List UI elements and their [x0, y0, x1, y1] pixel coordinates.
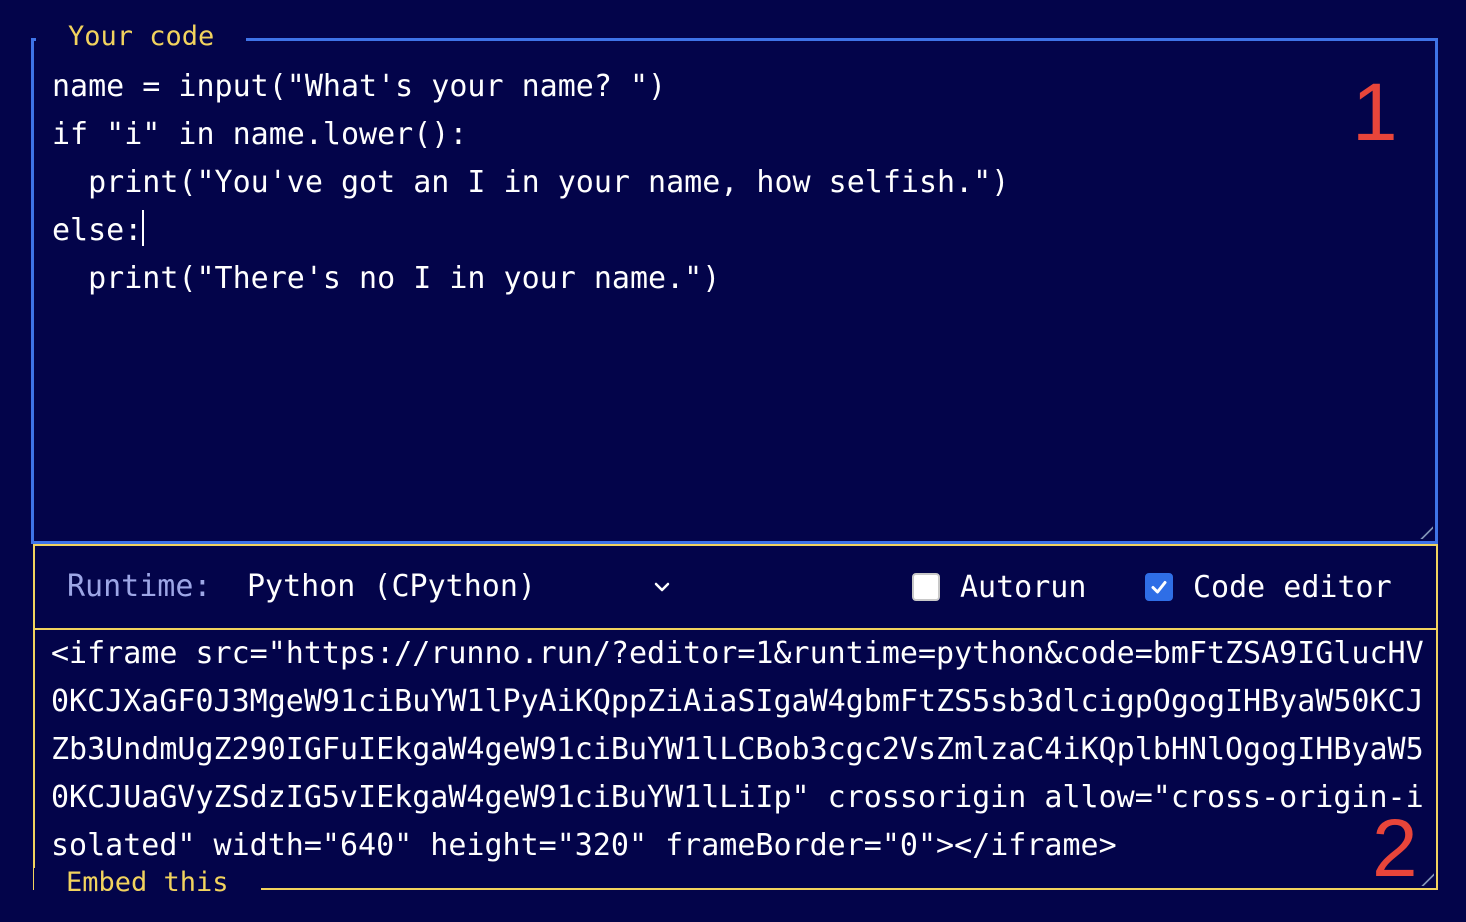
- checkmark-icon: [1151, 581, 1167, 594]
- code-line: print("There's no I in your name."): [52, 261, 721, 296]
- autorun-checkbox[interactable]: [912, 573, 940, 601]
- code-line: if "i" in name.lower():: [52, 117, 468, 152]
- embed-code-textarea[interactable]: <iframe src="https://runno.run/?editor=1…: [51, 630, 1431, 870]
- code-editor-toggle[interactable]: Code editor: [1145, 568, 1392, 606]
- autorun-label: Autorun: [960, 569, 1087, 605]
- code-line: name = input("What's your name? "): [52, 69, 667, 104]
- runtime-label: Runtime:: [67, 569, 212, 604]
- annotation-marker-1: 1: [1352, 67, 1398, 158]
- code-section-legend: Your code: [36, 22, 247, 52]
- runtime-selected-value: Python (CPython): [247, 569, 536, 604]
- code-editor-panel[interactable]: name = input("What's your name? ") if "i…: [31, 38, 1438, 544]
- code-line: print("You've got an I in your name, how…: [52, 165, 1010, 200]
- embed-snippet-panel[interactable]: <iframe src="https://runno.run/?editor=1…: [33, 628, 1438, 890]
- code-editor-checkbox[interactable]: [1145, 573, 1173, 601]
- chevron-down-icon: [654, 582, 670, 592]
- code-textarea[interactable]: name = input("What's your name? ") if "i…: [52, 63, 1425, 303]
- text-cursor: [142, 210, 145, 246]
- embed-section-legend: Embed this: [34, 868, 261, 898]
- runtime-select[interactable]: Python (CPython): [247, 568, 677, 606]
- resize-handle-icon[interactable]: [1411, 517, 1433, 539]
- controls-bar: Runtime: Python (CPython) Autorun Code e…: [33, 544, 1438, 630]
- code-editor-label: Code editor: [1193, 569, 1392, 605]
- autorun-toggle[interactable]: Autorun: [912, 568, 1086, 606]
- annotation-marker-2: 2: [1372, 803, 1418, 894]
- code-line: else:: [52, 213, 143, 248]
